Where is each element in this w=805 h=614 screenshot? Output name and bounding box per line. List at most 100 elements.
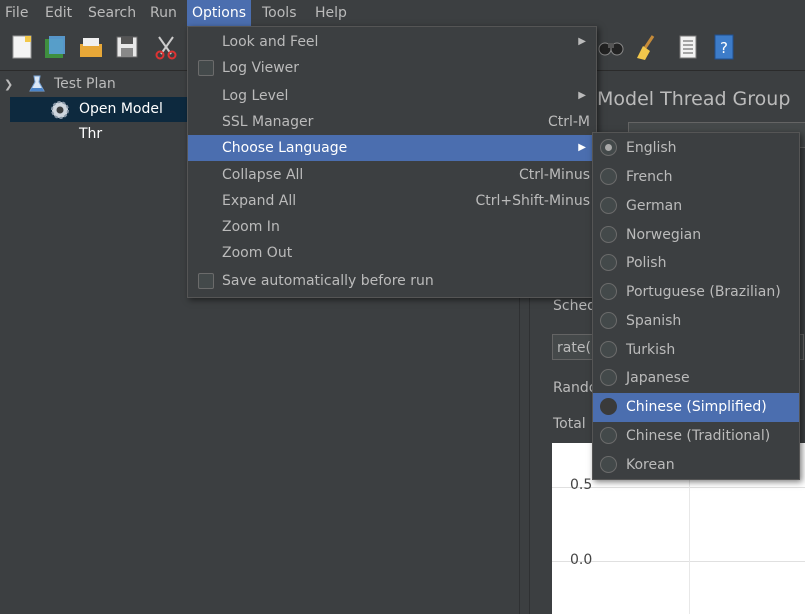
menu-item-ssl-manager[interactable]: SSL Manager Ctrl-M bbox=[188, 109, 596, 135]
help-icon[interactable]: ? bbox=[711, 34, 737, 60]
language-label: Japanese bbox=[626, 370, 690, 386]
menu-item-save-before-run[interactable]: Save automatically before run bbox=[188, 268, 596, 294]
menu-help-label: Help bbox=[315, 5, 347, 21]
tree-label-thread-group: Open Model Thr bbox=[79, 101, 163, 142]
total-label: Total bbox=[553, 416, 586, 432]
menu-item-zoom-in[interactable]: Zoom In bbox=[188, 214, 596, 240]
menu-tools[interactable]: Tools bbox=[257, 0, 302, 26]
language-option-polish[interactable]: Polish bbox=[593, 249, 799, 278]
language-label: Chinese (Traditional) bbox=[626, 428, 771, 444]
language-label: French bbox=[626, 169, 673, 185]
menu-help[interactable]: Help bbox=[310, 0, 352, 26]
menu-file-label: File bbox=[5, 5, 29, 21]
radio-icon[interactable] bbox=[600, 398, 617, 415]
radio-icon[interactable] bbox=[600, 369, 617, 386]
language-label: Portuguese (Brazilian) bbox=[626, 284, 781, 300]
menu-item-label: Zoom In bbox=[222, 219, 280, 235]
graph-tick-low: 0.0 bbox=[570, 552, 593, 568]
language-submenu: English French German Norwegian Polish P… bbox=[592, 132, 800, 480]
menu-item-shortcut: Ctrl+Shift-Minus bbox=[475, 193, 590, 209]
submenu-arrow-icon: ▶ bbox=[578, 36, 586, 47]
language-label: Korean bbox=[626, 457, 675, 473]
language-option-turkish[interactable]: Turkish bbox=[593, 336, 799, 365]
menu-search-label: Search bbox=[88, 5, 137, 21]
open-folder-icon[interactable] bbox=[78, 34, 104, 60]
language-label: Norwegian bbox=[626, 227, 702, 243]
svg-text:?: ? bbox=[720, 39, 728, 57]
language-label: Chinese (Simplified) bbox=[626, 399, 767, 415]
clear-broom-icon[interactable] bbox=[633, 34, 659, 60]
language-option-english[interactable]: English bbox=[593, 134, 799, 163]
radio-icon[interactable] bbox=[600, 427, 617, 444]
tree-label-test-plan: Test Plan bbox=[54, 76, 116, 92]
templates-icon[interactable] bbox=[42, 34, 68, 60]
chevron-down-icon[interactable]: ❯ bbox=[4, 72, 13, 97]
language-option-spanish[interactable]: Spanish bbox=[593, 307, 799, 336]
radio-icon[interactable] bbox=[600, 168, 617, 185]
radio-icon[interactable] bbox=[600, 341, 617, 358]
panel-title: Model Thread Group bbox=[597, 88, 791, 110]
graph-tick-high: 0.5 bbox=[570, 477, 593, 493]
radio-icon[interactable] bbox=[600, 226, 617, 243]
menu-item-label: Choose Language bbox=[222, 140, 348, 156]
menu-tools-label: Tools bbox=[262, 5, 297, 21]
menu-file[interactable]: File bbox=[0, 0, 33, 26]
language-label: Polish bbox=[626, 255, 667, 271]
radio-icon[interactable] bbox=[600, 254, 617, 271]
language-option-french[interactable]: French bbox=[593, 163, 799, 192]
language-option-korean[interactable]: Korean bbox=[593, 451, 799, 480]
menu-item-label: Zoom Out bbox=[222, 245, 293, 261]
menu-edit[interactable]: Edit bbox=[40, 0, 77, 26]
submenu-arrow-icon: ▶ bbox=[578, 142, 586, 153]
menu-item-log-level[interactable]: Log Level ▶ bbox=[188, 83, 596, 109]
menu-item-log-viewer[interactable]: Log Viewer bbox=[188, 55, 596, 81]
cut-icon[interactable] bbox=[153, 34, 179, 60]
menu-item-label: Log Viewer bbox=[222, 60, 300, 76]
menu-edit-label: Edit bbox=[45, 5, 73, 21]
language-option-german[interactable]: German bbox=[593, 192, 799, 221]
search-binoculars-icon[interactable] bbox=[598, 34, 624, 60]
options-menu: Look and Feel ▶ Log Viewer Log Level ▶ S… bbox=[187, 26, 597, 298]
radio-icon[interactable] bbox=[600, 456, 617, 473]
schedule-label: Sched bbox=[553, 298, 596, 314]
language-option-norwegian[interactable]: Norwegian bbox=[593, 221, 799, 250]
menu-item-label: Collapse All bbox=[222, 167, 304, 183]
radio-icon[interactable] bbox=[600, 312, 617, 329]
menu-run-label: Run bbox=[150, 5, 177, 21]
language-option-chinese-traditional[interactable]: Chinese (Traditional) bbox=[593, 422, 799, 451]
menu-item-look-and-feel[interactable]: Look and Feel ▶ bbox=[188, 29, 596, 55]
menu-item-expand-all[interactable]: Expand All Ctrl+Shift-Minus bbox=[188, 188, 596, 214]
menu-item-choose-language[interactable]: Choose Language ▶ bbox=[188, 135, 596, 161]
menu-item-label: Look and Feel bbox=[222, 34, 319, 50]
language-option-chinese-simplified[interactable]: Chinese (Simplified) bbox=[593, 393, 799, 422]
language-label: English bbox=[626, 140, 677, 156]
language-option-portuguese[interactable]: Portuguese (Brazilian) bbox=[593, 278, 799, 307]
new-file-icon[interactable] bbox=[9, 34, 35, 60]
menu-item-collapse-all[interactable]: Collapse All Ctrl-Minus bbox=[188, 162, 596, 188]
checkbox-icon[interactable] bbox=[198, 60, 214, 76]
menu-item-zoom-out[interactable]: Zoom Out bbox=[188, 240, 596, 266]
save-icon[interactable] bbox=[114, 34, 140, 60]
language-label: Turkish bbox=[626, 342, 676, 358]
language-option-japanese[interactable]: Japanese bbox=[593, 364, 799, 393]
menu-options[interactable]: Options bbox=[187, 0, 252, 26]
menu-item-label: Log Level bbox=[222, 88, 289, 104]
menu-item-label: Save automatically before run bbox=[222, 273, 434, 289]
menu-item-shortcut: Ctrl-M bbox=[547, 114, 590, 130]
function-list-icon[interactable] bbox=[675, 34, 701, 60]
menu-run[interactable]: Run bbox=[145, 0, 182, 26]
schedule-input-value: rate( bbox=[557, 340, 591, 356]
menu-bar: File Edit Search Run Options Tools Help bbox=[0, 0, 805, 26]
menu-item-label: Expand All bbox=[222, 193, 297, 209]
menu-item-label: SSL Manager bbox=[222, 114, 314, 130]
radio-selected-icon[interactable] bbox=[600, 139, 617, 156]
radio-icon[interactable] bbox=[600, 197, 617, 214]
submenu-arrow-icon: ▶ bbox=[578, 90, 586, 101]
checkbox-icon[interactable] bbox=[198, 273, 214, 289]
gear-icon bbox=[50, 100, 70, 129]
random-seed-label: Rando bbox=[553, 380, 598, 396]
radio-icon[interactable] bbox=[600, 283, 617, 300]
menu-search[interactable]: Search bbox=[83, 0, 141, 26]
language-label: German bbox=[626, 198, 683, 214]
tree-node-thread-group[interactable]: Open Model Thr bbox=[10, 97, 190, 142]
